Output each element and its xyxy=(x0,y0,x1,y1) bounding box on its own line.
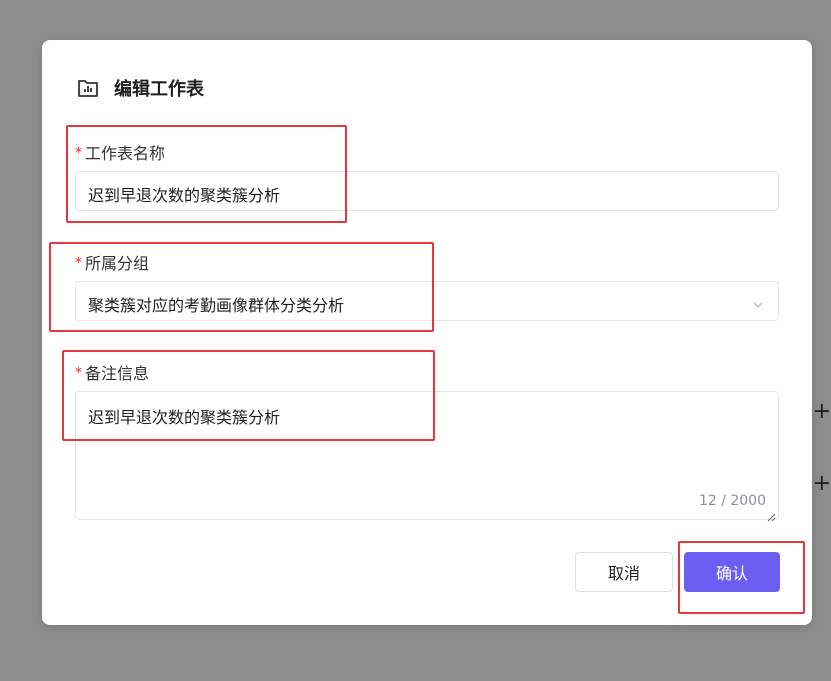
cancel-button[interactable]: 取消 xyxy=(575,552,673,592)
required-mark: * xyxy=(75,365,82,381)
dialog-title: 编辑工作表 xyxy=(114,79,204,100)
edit-worksheet-dialog: 编辑工作表 * 工作表名称 迟到早退次数的聚类簇分析 * 所属分组 聚类簇对应的考勤… xyxy=(42,40,812,625)
worksheet-name-input[interactable]: 迟到早退次数的聚类簇分析 xyxy=(75,171,779,211)
group-label: * 所属分组 xyxy=(75,250,149,274)
remark-textarea[interactable]: 迟到早退次数的聚类簇分析 12 / 2000 xyxy=(75,391,779,522)
worksheet-name-value: 迟到早退次数的聚类簇分析 xyxy=(88,186,281,205)
group-select-value: 聚类簇对应的考勤画像群体分类分析 xyxy=(88,296,345,315)
required-mark: * xyxy=(75,145,82,161)
resize-handle-icon[interactable] xyxy=(766,507,776,522)
group-select[interactable]: 聚类簇对应的考勤画像群体分类分析 xyxy=(75,281,779,321)
remark-label-text: 备注信息 xyxy=(85,364,150,383)
char-counter: 12 / 2000 xyxy=(698,493,766,509)
remark-label: * 备注信息 xyxy=(75,360,149,384)
remark-value: 迟到早退次数的聚类簇分析 xyxy=(88,408,281,427)
worksheet-name-label-text: 工作表名称 xyxy=(85,144,166,163)
confirm-button[interactable]: 确认 xyxy=(684,552,780,592)
dialog-header: 编辑工作表 xyxy=(76,75,204,101)
add-icon-1[interactable]: + xyxy=(813,401,831,423)
required-mark: * xyxy=(75,255,82,271)
chart-folder-icon xyxy=(76,76,100,100)
chevron-down-icon[interactable] xyxy=(752,296,764,308)
add-icon-2[interactable]: + xyxy=(813,473,831,495)
group-label-text: 所属分组 xyxy=(85,254,150,273)
worksheet-name-label: * 工作表名称 xyxy=(75,140,165,164)
